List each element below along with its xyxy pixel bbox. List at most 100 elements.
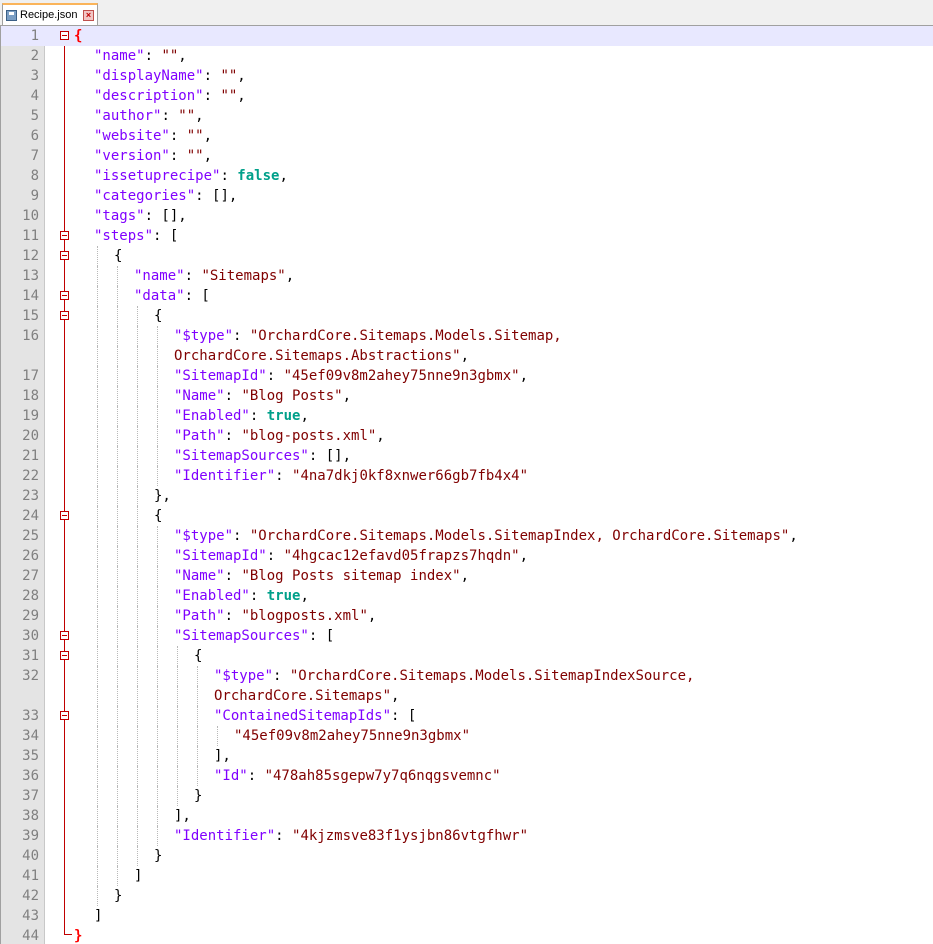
fold-toggle-icon[interactable] — [60, 291, 69, 300]
code-line[interactable]: 14 "data": [ — [1, 286, 933, 306]
indent-guide — [197, 706, 198, 726]
code-line[interactable]: 44} — [1, 926, 933, 944]
code-line[interactable]: 16 "$type": "OrchardCore.Sitemaps.Models.… — [1, 326, 933, 346]
code-line[interactable]: 9 "categories": [], — [1, 186, 933, 206]
code-text: "$type": "OrchardCore.Sitemaps.Models.Si… — [214, 666, 694, 686]
code-line[interactable]: 20 "Path": "blog-posts.xml", — [1, 426, 933, 446]
fold-toggle-icon[interactable] — [60, 311, 69, 320]
code-line[interactable]: OrchardCore.Sitemaps", — [1, 686, 933, 706]
punctuation: , — [285, 268, 295, 284]
fold-toggle-icon[interactable] — [60, 651, 69, 660]
code-line[interactable]: 34 "45ef09v8m2ahey75nne9n3gbmx" — [1, 726, 933, 746]
json-key: "Name" — [174, 568, 225, 584]
fold-toggle-icon[interactable] — [60, 631, 69, 640]
code-line[interactable]: 32 "$type": "OrchardCore.Sitemaps.Models.… — [1, 666, 933, 686]
fold-toggle-icon[interactable] — [60, 511, 69, 520]
code-line[interactable]: 18 "Name": "Blog Posts", — [1, 386, 933, 406]
json-string: "45ef09v8m2ahey75nne9n3gbmx" — [283, 368, 520, 384]
indent-guide — [117, 526, 118, 546]
code-line[interactable]: 13 "name": "Sitemaps", — [1, 266, 933, 286]
code-line[interactable]: 5 "author": "", — [1, 106, 933, 126]
indent-guide — [117, 326, 118, 346]
code-line[interactable]: 1{ — [1, 26, 933, 46]
indent-guide — [97, 886, 98, 906]
code-line[interactable]: 6 "website": "", — [1, 126, 933, 146]
code-text: "$type": "OrchardCore.Sitemaps.Models.Si… — [174, 526, 798, 546]
code-line[interactable]: 33 "ContainedSitemapIds": [ — [1, 706, 933, 726]
code-line[interactable]: 2 "name": "", — [1, 46, 933, 66]
indent-guide — [117, 686, 118, 706]
code-line[interactable]: 35], — [1, 746, 933, 766]
code-line[interactable]: 4 "description": "", — [1, 86, 933, 106]
indent-guide — [197, 746, 198, 766]
code-text: "issetuprecipe": false, — [94, 166, 288, 186]
indent-guide — [97, 306, 98, 326]
json-string: "OrchardCore.Sitemaps.Models.SitemapInde… — [249, 528, 790, 544]
code-line[interactable]: 12 { — [1, 246, 933, 266]
punctuation: : — [249, 408, 267, 424]
code-editor[interactable]: 1{2 "name": "", 3 "displayName": "", 4 "descr… — [0, 26, 933, 944]
line-number: 20 — [22, 428, 39, 444]
code-line[interactable]: 36 "Id": "478ah85sgepw7y7q6nqgsvemnc" — [1, 766, 933, 786]
code-line[interactable]: 15 { — [1, 306, 933, 326]
code-line[interactable]: 3 "displayName": "", — [1, 66, 933, 86]
code-line[interactable]: 28 "Enabled": true, — [1, 586, 933, 606]
code-line[interactable]: 29 "Path": "blogposts.xml", — [1, 606, 933, 626]
code-line[interactable]: 22 "Identifier": "4na7dkj0kf8xnwer66gb7fb… — [1, 466, 933, 486]
code-line[interactable]: 11 "steps": [ — [1, 226, 933, 246]
code-line[interactable]: 42} — [1, 886, 933, 906]
code-line[interactable]: 43] — [1, 906, 933, 926]
tab-recipe-json[interactable]: Recipe.json × — [2, 3, 98, 25]
indent-guide — [117, 386, 118, 406]
indent-guide — [137, 446, 138, 466]
tab-title: Recipe.json — [20, 9, 78, 21]
code-text: ] — [134, 866, 142, 886]
code-text: "Identifier": "4kjzmsve83f1ysjbn86vtgfhw… — [174, 826, 528, 846]
code-line[interactable]: 37} — [1, 786, 933, 806]
json-key: "SitemapId" — [174, 368, 267, 384]
code-line[interactable]: 23}, — [1, 486, 933, 506]
punctuation: : — [224, 608, 242, 624]
json-key: "version" — [94, 148, 170, 164]
indent-guide — [117, 826, 118, 846]
punctuation: : — [161, 108, 179, 124]
indent-guide — [137, 466, 138, 486]
code-line[interactable]: 27 "Name": "Blog Posts sitemap index", — [1, 566, 933, 586]
code-line[interactable]: 24 { — [1, 506, 933, 526]
indent-guide — [137, 306, 138, 326]
punctuation: , — [237, 68, 246, 84]
code-text: OrchardCore.Sitemaps", — [214, 686, 399, 706]
code-text: "SitemapId": "4hgcac12efavd05frapzs7hqdn… — [174, 546, 528, 566]
indent-guide — [137, 346, 138, 366]
punctuation: , — [195, 108, 204, 124]
code-line[interactable]: 38], — [1, 806, 933, 826]
code-line[interactable]: 41] — [1, 866, 933, 886]
indent-guide — [137, 726, 138, 746]
fold-toggle-icon[interactable] — [60, 31, 69, 40]
indent-guide — [97, 746, 98, 766]
indent-guide — [97, 606, 98, 626]
line-number: 25 — [22, 528, 39, 544]
code-line[interactable]: 31 { — [1, 646, 933, 666]
indent-guide — [117, 706, 118, 726]
fold-toggle-icon[interactable] — [60, 231, 69, 240]
fold-toggle-icon[interactable] — [60, 711, 69, 720]
code-line[interactable]: 26 "SitemapId": "4hgcac12efavd05frapzs7hq… — [1, 546, 933, 566]
code-line[interactable]: OrchardCore.Sitemaps.Abstractions", — [1, 346, 933, 366]
indent-guide — [117, 806, 118, 826]
close-icon[interactable]: × — [83, 9, 94, 21]
code-line[interactable]: 17 "SitemapId": "45ef09v8m2ahey75nne9n3gb… — [1, 366, 933, 386]
punctuation: }, — [154, 488, 171, 504]
code-text: "SitemapSources": [], — [174, 446, 351, 466]
code-line[interactable]: 7 "version": "", — [1, 146, 933, 166]
code-line[interactable]: 21 "SitemapSources": [], — [1, 446, 933, 466]
code-text: } — [74, 926, 82, 944]
code-line[interactable]: 25 "$type": "OrchardCore.Sitemaps.Models.… — [1, 526, 933, 546]
code-line[interactable]: 10 "tags": [], — [1, 206, 933, 226]
code-line[interactable]: 8 "issetuprecipe": false, — [1, 166, 933, 186]
code-line[interactable]: 19 "Enabled": true, — [1, 406, 933, 426]
code-line[interactable]: 39 "Identifier": "4kjzmsve83f1ysjbn86vtgf… — [1, 826, 933, 846]
fold-toggle-icon[interactable] — [60, 251, 69, 260]
code-line[interactable]: 30 "SitemapSources": [ — [1, 626, 933, 646]
code-line[interactable]: 40} — [1, 846, 933, 866]
